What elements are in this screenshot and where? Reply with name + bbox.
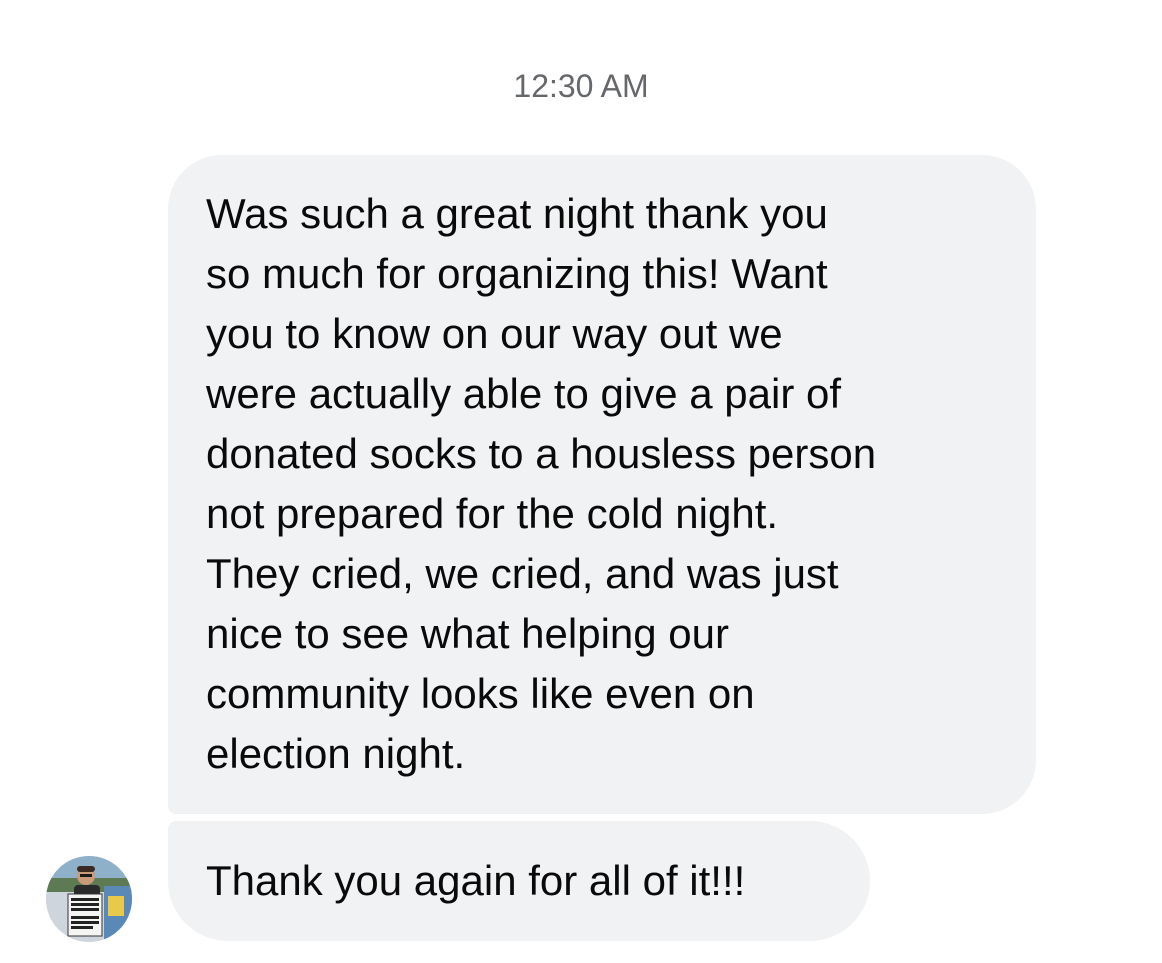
message-text-line: nice to see what helping our bbox=[206, 610, 730, 657]
message-text-line: donated socks to a housless person bbox=[206, 430, 877, 477]
message-text: Thank you again for all of it!!! bbox=[206, 857, 746, 904]
message-text-line: election night. bbox=[206, 730, 466, 777]
avatar[interactable] bbox=[46, 856, 132, 942]
message-timestamp: 12:30 AM bbox=[513, 68, 649, 104]
message-text-line: not prepared for the cold night. bbox=[206, 490, 779, 537]
profile-photo-icon bbox=[46, 856, 132, 942]
message-text-line: They cried, we cried, and was just bbox=[206, 550, 839, 597]
message-bubble-received[interactable]: Thank you again for all of it!!! bbox=[168, 821, 870, 941]
message-text-line: were actually able to give a pair of bbox=[206, 370, 842, 417]
message-text-line: Was such a great night thank you bbox=[206, 190, 828, 237]
message-text-line: so much for organizing this! Want bbox=[206, 250, 828, 297]
message-text-line: you to know on our way out we bbox=[206, 310, 783, 357]
message-bubble-received[interactable]: Was such a great night thank you so much… bbox=[168, 155, 1036, 814]
message-text-line: community looks like even on bbox=[206, 670, 755, 717]
